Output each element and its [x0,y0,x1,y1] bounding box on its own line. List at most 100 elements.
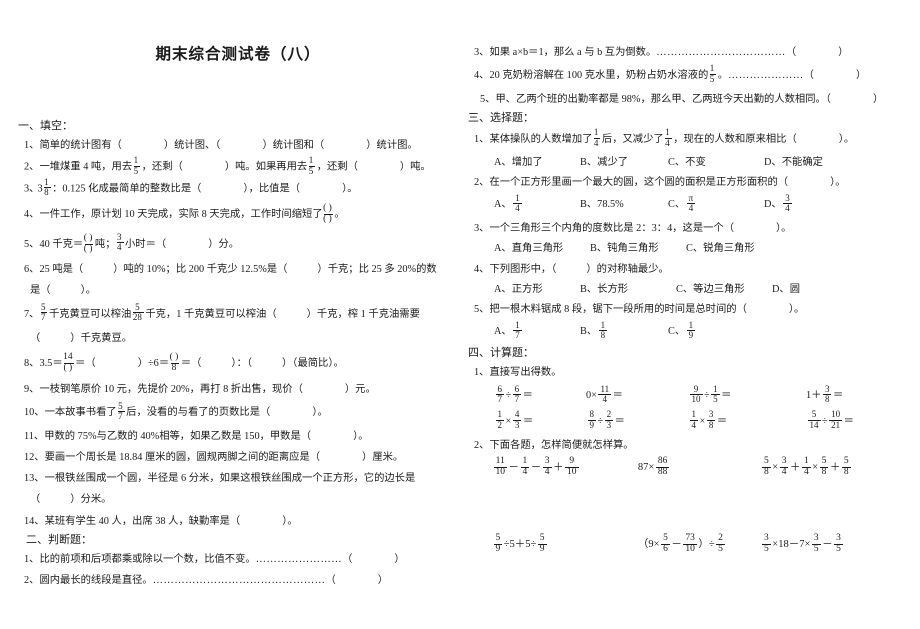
fraction: 9 10 [565,455,579,477]
question-fill-13-cont: （ ）分米。 [18,489,458,510]
option-a[interactable]: A、正方形 [494,280,580,300]
fraction: 34 [117,231,124,253]
option-b[interactable]: B、78.5% [580,193,668,218]
q-text: 3.5＝ [39,358,63,370]
option-a[interactable]: A、 1 7 [494,320,580,345]
q-text: 。 [717,70,729,82]
oral-calc-item[interactable]: 0× 11 4 ＝ [586,383,688,409]
expression-1[interactable]: 11 10 － 1 4 － 3 4 ＋ 9 10 [492,456,638,479]
option-a[interactable]: A、增加了 [494,153,580,173]
q-text: 下列图形中，（ [489,263,557,275]
choice-4-options: A、正方形 B、长方形 C、等边三角形 D、圆 [468,280,908,300]
math-operator: （9× [637,538,660,550]
fraction: 5 28 [132,301,144,323]
fraction: 18 [44,176,51,198]
option-c[interactable]: C、锐角三角形 [686,239,755,259]
right-column: 3、如果 a×b＝1，那么 a 与 b 互为倒数。………………………………（） … [468,0,908,556]
fraction: 14 [513,192,522,214]
q-text: ）吨的 10%；比 200 千克少 12.5%是（ [113,264,288,276]
option-b[interactable]: B、减少了 [580,153,668,173]
math-operator: － [530,461,542,473]
option-c[interactable]: C、 π 4 [668,193,764,218]
option-a[interactable]: A、直角三角形 [494,239,590,259]
question-choice-3: 3、一个三角形三个内角的度数比是 2：3：4，这是一个（ ）。 [468,218,908,239]
math-operator: × [505,416,512,428]
option-b[interactable]: B、钝角三角形 [590,239,686,259]
q-text: ）分米。 [70,494,112,506]
q-number: 13、 [24,473,45,485]
q-number: 2、 [24,574,40,586]
oral-calc-row-2: 1 2 × 4 3 ＝ 8 9 ÷ 2 3 ＝ 1 4 × 3 8 ＝ 5 14 ÷ 10 21 ＝ [468,409,908,435]
oral-calc-item[interactable]: 1 2 × 4 3 ＝ [494,409,586,435]
q-text: 后，又减少了 [601,133,664,145]
fraction: 9 10 [689,383,703,405]
oral-calc-item[interactable]: 6 7 ÷ 6 7 ＝ [494,383,586,409]
q-text: ）千克；比 25 多 20%的数 [317,264,437,276]
q-number: 11、 [24,431,45,443]
option-c[interactable]: C、不变 [668,153,764,173]
math-operator: × [699,416,706,428]
fraction-blank[interactable]: ( )( ) [323,203,333,225]
oral-calc-item[interactable]: 5 14 ÷ 10 21 ＝ [806,409,906,435]
q-text: ＝（ [180,358,202,370]
question-fill-4: 4、一件工作，原计划 10 天完成，实际 8 天完成，工作时间缩短了( )( )… [18,200,458,230]
q-number: 2、 [474,177,490,189]
math-operator: ×18－7× [772,538,811,550]
q-text: （ [30,494,41,506]
option-c[interactable]: C、等边三角形 [676,280,772,300]
q-number: 10、 [24,407,45,419]
calc-sub1-head: 1、直接写出得数。 [474,367,562,379]
fraction: 73 10 [683,532,697,554]
q-number: 3、 [474,223,490,235]
expression-4[interactable]: 5 9 ÷5＋5÷ 5 9 [492,533,638,556]
math-operator: ÷ [704,390,710,402]
option-c[interactable]: C、 1 9 [668,320,697,345]
fraction: 43 [512,409,522,430]
math-operator: ÷ [597,416,604,428]
option-b[interactable]: B、长方形 [580,280,676,300]
fraction-blank[interactable]: 14( ) [63,352,74,374]
fraction-blank[interactable]: ( ) 8 [170,352,180,374]
expression-3[interactable]: 5 8 × 3 4 ＋ 1 4 × 5 8 ＋ 5 8 [761,456,908,479]
option-b[interactable]: B、 1 8 [580,320,668,345]
q-text: ）厘米。 [362,452,404,464]
math-operator: － [822,538,833,550]
fraction: 12 [495,409,504,430]
fraction: 34 [542,455,552,477]
math-operator: ）÷ [698,538,715,550]
expression-row-2: 5 9 ÷5＋5÷ 5 9 （9× 5 6 － 73 10 ）÷ 2 5 3 5 ×18－7× 3 5 － 3 5 [468,533,908,556]
q-text: 小时＝（ [125,238,167,250]
question-fill-9: 9、一枝钢笔原价 10 元，先提价 20%，再打 8 折出售，现价（ ）元。 [18,379,458,400]
oral-calc-item[interactable]: 8 9 ÷ 2 3 ＝ [586,409,688,435]
oral-calc-item[interactable]: 1＋ 3 8 ＝ [806,383,906,409]
question-judge-5: 5、甲、乙两个班的出勤率都是 98%，那么甲、乙两班今天出勤的人数相同。（ ） [468,89,908,110]
fraction: π4 [686,192,696,214]
fraction: 89 [587,409,596,430]
fraction: 15 [711,383,720,405]
oral-calc-item[interactable]: 1 4 × 3 8 ＝ [688,409,806,435]
q-text: ）千克，榨 1 千克油需要 [306,308,420,320]
math-operator: ＋ [553,461,564,473]
question-fill-8: 8、3.5＝ 14( ) ＝（ ）÷6＝( ) 8 ＝（ ）：（ ）（最简比）。 [18,349,458,379]
section-choice-head: 三、选择题： [468,111,534,124]
q-text: ）：（ [231,358,253,370]
fraction-blank[interactable]: ( )( ) [84,233,94,255]
expression-5[interactable]: （9× 5 6 － 73 10 ）÷ 2 5 [638,533,761,556]
section-judge-head: 二、判断题： [26,533,92,546]
expression-6[interactable]: 3 5 ×18－7× 3 5 － 3 5 [761,533,908,556]
expression-2[interactable]: 87× 86 88 [638,456,761,479]
math-operator: ＝ [843,416,854,428]
fraction: 14 [520,455,530,477]
oral-calc-item[interactable]: 9 10 ÷ 1 5 ＝ [688,383,806,409]
question-fill-6: 6、25 吨是（ ）吨的 10%；比 200 千克少 12.5%是（ ）千克；比 2… [18,259,458,280]
q-text: ）统计图、（ [163,140,221,152]
q-number: 6、 [24,264,40,276]
option-a[interactable]: A、 1 4 [494,193,580,218]
q-text: 甲数的 75%与乙数的 40%相等，如果乙数是 150，甲数是（ [44,431,312,443]
fraction: 86 88 [655,455,670,477]
q-text: （ [342,553,353,565]
option-d[interactable]: D、不能确定 [764,153,823,173]
option-d[interactable]: D、圆 [772,280,800,300]
fraction: 67 [512,383,522,405]
option-d[interactable]: D、 3 4 [764,193,793,218]
